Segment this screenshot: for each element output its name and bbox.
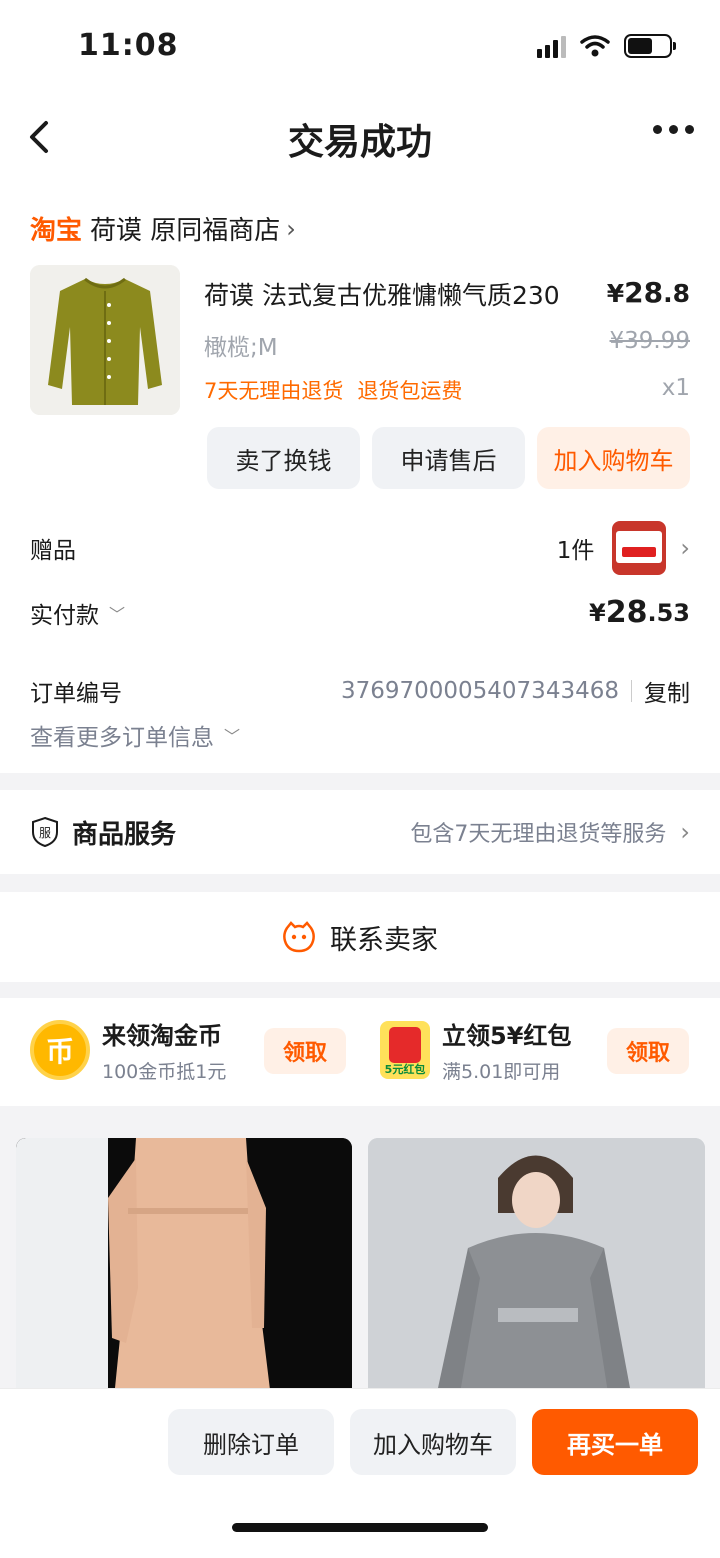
sell-button[interactable]: 卖了换钱 (207, 427, 360, 489)
gold-coin-icon: 币 (30, 1020, 90, 1080)
contact-seller-button[interactable]: 联系卖家 (0, 892, 720, 982)
contact-seller-label: 联系卖家 (330, 924, 438, 956)
promo-coins: 币 来领淘金币 100金币抵1元 (30, 1016, 226, 1084)
product-service-row[interactable]: 服 商品服务 包含7天无理由退货等服务 › (0, 790, 720, 874)
copy-button[interactable]: 复制 (644, 674, 690, 708)
order-number-row: 订单编号 3769700005407343468 复制 (30, 674, 690, 708)
gift-label: 赠品 (30, 538, 76, 564)
original-price: ¥39.99 (609, 328, 690, 354)
promo-subtitle: 满5.01即可用 (442, 1061, 561, 1083)
product-sku: 橄榄;M (204, 335, 278, 361)
more-options-icon[interactable] (653, 125, 694, 134)
product-image[interactable] (30, 265, 180, 415)
divider (631, 680, 632, 702)
gift-count: 1件 (556, 538, 595, 564)
more-order-info-label: 查看更多订单信息 (30, 725, 214, 751)
payment-label: 实付款 (30, 602, 99, 629)
gift-row[interactable]: 赠品 1件 › (30, 521, 690, 575)
tag-shipping: 退货包运费 (357, 379, 463, 403)
platform-label: 淘宝 (30, 216, 83, 246)
claim-redpacket-button[interactable]: 领取 (607, 1028, 689, 1074)
red-packet-icon: 5元红包 (380, 1021, 430, 1079)
shop-name: 荷谟 原同福商店 (90, 216, 281, 246)
order-card: 淘宝 荷谟 原同福商店 › 荷谟 法式复古优雅慵懒气质230 ¥28.8 橄榄;… (0, 190, 720, 773)
gray-sweater-image (368, 1138, 705, 1398)
tag-return: 7天无理由退货 (204, 379, 344, 403)
recommended-product-image[interactable] (368, 1138, 705, 1398)
page-title: 交易成功 (287, 122, 432, 163)
wifi-icon (580, 35, 610, 57)
delete-order-button[interactable]: 删除订单 (168, 1409, 334, 1475)
order-number: 3769700005407343468 (340, 678, 619, 704)
status-bar: 11:08 (0, 0, 720, 95)
promo-subtitle: 100金币抵1元 (102, 1061, 227, 1083)
service-title: 商品服务 (72, 819, 177, 850)
product-quantity: x1 (661, 375, 690, 401)
more-order-info[interactable]: 查看更多订单信息 ﹀ (30, 718, 690, 752)
after-sale-button[interactable]: 申请售后 (372, 427, 525, 489)
order-label: 订单编号 (30, 681, 122, 707)
claim-coins-button[interactable]: 领取 (264, 1028, 346, 1074)
add-to-cart-button[interactable]: 加入购物车 (537, 427, 690, 489)
promo-title: 立领5¥红包 (442, 1022, 572, 1050)
battery-icon (624, 34, 676, 58)
service-desc: 包含7天无理由退货等服务 (410, 822, 667, 847)
promo-redpacket: 5元红包 立领5¥红包 满5.01即可用 (380, 1016, 571, 1084)
promo-title: 来领淘金币 (102, 1022, 222, 1050)
order-detail-page: 11:08 交易成功 淘宝 荷谟 原同福商店 › 荷谟 法式复古优雅慵懒气质23… (0, 0, 720, 1558)
recommended-product-image[interactable] (16, 1138, 352, 1398)
shop-link[interactable]: 淘宝 荷谟 原同福商店 › (30, 210, 296, 247)
status-icons (537, 34, 676, 58)
product-price: ¥28.8 (606, 276, 690, 309)
nav-header: 交易成功 (0, 95, 720, 190)
cardigan-image (30, 265, 180, 415)
bottom-action-bar: 删除订单 加入购物车 再买一单 (0, 1388, 720, 1558)
home-indicator[interactable] (232, 1523, 488, 1532)
shield-icon: 服 (32, 816, 58, 848)
chevron-right-icon: › (680, 534, 690, 562)
status-time: 11:08 (78, 28, 179, 63)
payment-row[interactable]: 实付款 ﹀ ¥28.53 (30, 595, 690, 630)
knit-dress-image (16, 1138, 352, 1398)
chevron-down-icon: ﹀ (224, 727, 241, 746)
chevron-right-icon: › (286, 214, 296, 243)
chevron-down-icon: ﹀ (109, 604, 126, 624)
add-to-cart-button[interactable]: 加入购物车 (350, 1409, 516, 1475)
service-tags: 7天无理由退货 退货包运费 (204, 375, 462, 405)
payment-amount: ¥28.53 (589, 595, 690, 630)
svg-text:服: 服 (39, 826, 51, 840)
chat-face-icon (283, 921, 315, 953)
card-action-buttons: 卖了换钱 申请售后 加入购物车 (207, 427, 690, 489)
promo-section: 币 来领淘金币 100金币抵1元 领取 5元红包 立领5¥红包 满5.01即可用… (0, 998, 720, 1106)
product-name[interactable]: 荷谟 法式复古优雅慵懒气质230 (204, 276, 584, 312)
gift-image (612, 521, 667, 575)
chevron-right-icon: › (680, 818, 690, 846)
cellular-signal-icon (537, 34, 566, 58)
buy-again-button[interactable]: 再买一单 (532, 1409, 698, 1475)
